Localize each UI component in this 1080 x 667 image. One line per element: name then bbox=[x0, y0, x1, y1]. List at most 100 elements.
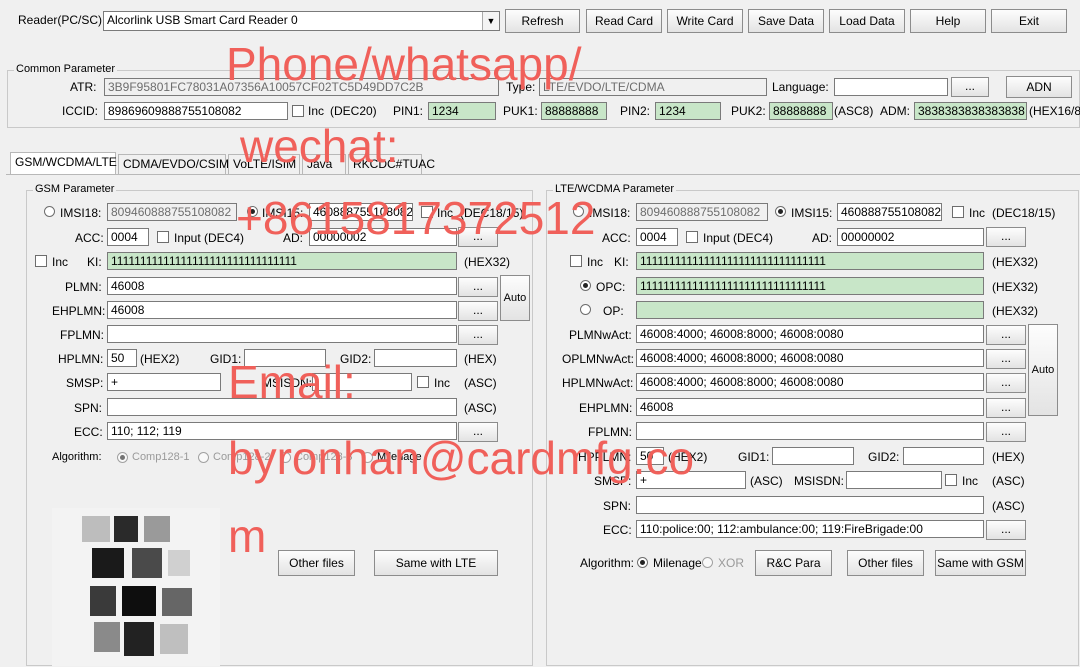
help-button[interactable]: Help bbox=[910, 9, 986, 33]
read-card-button[interactable]: Read Card bbox=[586, 9, 662, 33]
lte-smsp-field[interactable]: + bbox=[636, 471, 746, 489]
gsm-fplmn-field[interactable] bbox=[107, 325, 457, 343]
refresh-button[interactable]: Refresh bbox=[505, 9, 580, 33]
chevron-down-icon[interactable]: ▼ bbox=[482, 12, 499, 30]
lte-hplmnwact-browse-button[interactable]: ... bbox=[986, 373, 1026, 393]
tab-gsm-wcdma-lte[interactable]: GSM/WCDMA/LTE bbox=[10, 152, 117, 175]
gsm-smsp-field[interactable]: + bbox=[107, 373, 221, 391]
gsm-imsi15-field[interactable]: 460888755108082 bbox=[309, 203, 413, 221]
exit-button[interactable]: Exit bbox=[991, 9, 1067, 33]
gsm-ad-field[interactable]: 00000002 bbox=[309, 228, 457, 246]
lte-same-with-gsm-button[interactable]: Same with GSM bbox=[935, 550, 1026, 576]
gsm-algo-comp128-3-radio[interactable] bbox=[280, 452, 291, 463]
lte-ki-field[interactable]: 11111111111111111111111111111111 bbox=[636, 252, 984, 270]
gsm-msisdn-inc-checkbox[interactable] bbox=[417, 376, 429, 388]
gsm-imsi-inc-checkbox[interactable] bbox=[421, 206, 433, 218]
iccid-field[interactable]: 89869609888755108082 bbox=[104, 102, 288, 120]
lte-oplmnwact-browse-button[interactable]: ... bbox=[986, 349, 1026, 369]
gsm-imsi15-radio[interactable] bbox=[247, 206, 258, 217]
lte-ehplmn-browse-button[interactable]: ... bbox=[986, 398, 1026, 418]
tab-java[interactable]: Java bbox=[302, 154, 346, 174]
gsm-ki-inc-checkbox[interactable] bbox=[35, 255, 47, 267]
lte-fplmn-browse-button[interactable]: ... bbox=[986, 422, 1026, 442]
gsm-imsi18-field[interactable]: 809460888755108082 bbox=[107, 203, 237, 221]
gsm-spn-field[interactable] bbox=[107, 398, 457, 416]
gsm-hplmn-field[interactable]: 50 bbox=[107, 349, 137, 367]
lte-ad-field[interactable]: 00000002 bbox=[837, 228, 984, 246]
lte-plmnwact-field[interactable]: 46008:4000; 46008:8000; 46008:0080 bbox=[636, 325, 984, 343]
lte-ecc-field[interactable]: 110:police:00; 112:ambulance:00; 119:Fir… bbox=[636, 520, 984, 538]
lte-op-radio[interactable] bbox=[580, 304, 591, 315]
lte-fplmn-field[interactable] bbox=[636, 422, 984, 440]
type-field[interactable]: LTE/EVDO/LTE/CDMA bbox=[539, 78, 767, 96]
gsm-msisdn-field[interactable] bbox=[312, 373, 412, 391]
adm-field[interactable]: 3838383838383838 bbox=[914, 102, 1027, 120]
pin1-field[interactable]: 1234 bbox=[428, 102, 496, 120]
gsm-gid2-field[interactable] bbox=[374, 349, 457, 367]
gsm-algo-comp128-1-radio[interactable] bbox=[117, 452, 128, 463]
adn-button[interactable]: ADN bbox=[1006, 76, 1072, 98]
gsm-other-files-button[interactable]: Other files bbox=[278, 550, 355, 576]
lte-acc-input-checkbox[interactable] bbox=[686, 231, 698, 243]
lte-spn-field[interactable] bbox=[636, 496, 984, 514]
lte-rc-para-button[interactable]: R&C Para bbox=[755, 550, 832, 576]
lte-op-field[interactable] bbox=[636, 301, 984, 319]
lte-imsi15-radio[interactable] bbox=[775, 206, 786, 217]
lte-hplmn-field[interactable]: 50 bbox=[636, 447, 664, 465]
lte-algo-milenage-radio[interactable] bbox=[637, 557, 648, 568]
gsm-auto-button[interactable]: Auto bbox=[500, 275, 530, 321]
gsm-imsi18-radio[interactable] bbox=[44, 206, 55, 217]
gsm-gid1-label: GID1: bbox=[210, 352, 242, 366]
gsm-algo-comp128-2-radio[interactable] bbox=[198, 452, 209, 463]
iccid-inc-checkbox[interactable] bbox=[292, 105, 304, 117]
write-card-button[interactable]: Write Card bbox=[667, 9, 743, 33]
gsm-acc-input-checkbox[interactable] bbox=[157, 231, 169, 243]
language-field[interactable] bbox=[834, 78, 948, 96]
lte-opc-radio[interactable] bbox=[580, 280, 591, 291]
load-data-button[interactable]: Load Data bbox=[829, 9, 905, 33]
lte-imsi18-field[interactable]: 809460888755108082 bbox=[636, 203, 768, 221]
puk2-field[interactable]: 88888888 bbox=[769, 102, 833, 120]
gsm-ehplmn-browse-button[interactable]: ... bbox=[458, 301, 498, 321]
lte-gid1-field[interactable] bbox=[772, 447, 854, 465]
lte-acc-field[interactable]: 0004 bbox=[636, 228, 678, 246]
lte-imsi18-radio[interactable] bbox=[573, 206, 584, 217]
gsm-acc-field[interactable]: 0004 bbox=[107, 228, 149, 246]
lte-gid2-field[interactable] bbox=[903, 447, 984, 465]
reader-select[interactable]: Alcorlink USB Smart Card Reader 0 ▼ bbox=[103, 11, 500, 31]
tab-volte-isim[interactable]: VoLTE/ISIM bbox=[228, 154, 300, 174]
lte-imsi15-field[interactable]: 460888755108082 bbox=[837, 203, 942, 221]
lte-ecc-browse-button[interactable]: ... bbox=[986, 520, 1026, 540]
gsm-fplmn-browse-button[interactable]: ... bbox=[458, 325, 498, 345]
gsm-ki-field[interactable]: 11111111111111111111111111111111 bbox=[107, 252, 457, 270]
tab-cdma-evdo-csim[interactable]: CDMA/EVDO/CSIM bbox=[118, 154, 229, 174]
atr-field[interactable]: 3B9F95801FC78031A07356A10057CF02TC5D49DD… bbox=[104, 78, 499, 96]
lte-plmnwact-browse-button[interactable]: ... bbox=[986, 325, 1026, 345]
lte-msisdn-inc-checkbox[interactable] bbox=[945, 474, 957, 486]
lte-opc-field[interactable]: 11111111111111111111111111111111 bbox=[636, 277, 984, 295]
lte-hplmnwact-field[interactable]: 46008:4000; 46008:8000; 46008:0080 bbox=[636, 373, 984, 391]
gsm-algo-milenage-radio[interactable] bbox=[362, 452, 373, 463]
tab-rkcdc[interactable]: RKCDC#TUAC bbox=[348, 154, 435, 174]
gsm-same-with-lte-button[interactable]: Same with LTE bbox=[374, 550, 498, 576]
gsm-plmn-browse-button[interactable]: ... bbox=[458, 277, 498, 297]
save-data-button[interactable]: Save Data bbox=[748, 9, 824, 33]
gsm-ad-browse-button[interactable]: ... bbox=[458, 227, 498, 247]
lte-oplmnwact-field[interactable]: 46008:4000; 46008:8000; 46008:0080 bbox=[636, 349, 984, 367]
lte-ehplmn-field[interactable]: 46008 bbox=[636, 398, 984, 416]
language-browse-button[interactable]: ... bbox=[951, 77, 989, 97]
lte-ad-browse-button[interactable]: ... bbox=[986, 227, 1026, 247]
lte-other-files-button[interactable]: Other files bbox=[847, 550, 924, 576]
lte-algo-xor-radio[interactable] bbox=[702, 557, 713, 568]
lte-imsi-inc-checkbox[interactable] bbox=[952, 206, 964, 218]
gsm-plmn-field[interactable]: 46008 bbox=[107, 277, 457, 295]
lte-msisdn-field[interactable] bbox=[846, 471, 942, 489]
puk1-field[interactable]: 88888888 bbox=[541, 102, 607, 120]
gsm-gid1-field[interactable] bbox=[244, 349, 326, 367]
gsm-ehplmn-field[interactable]: 46008 bbox=[107, 301, 457, 319]
gsm-ecc-browse-button[interactable]: ... bbox=[458, 422, 498, 442]
lte-ki-inc-checkbox[interactable] bbox=[570, 255, 582, 267]
gsm-ecc-field[interactable]: 110; 112; 119 bbox=[107, 422, 457, 440]
pin2-field[interactable]: 1234 bbox=[655, 102, 721, 120]
lte-auto-button[interactable]: Auto bbox=[1028, 324, 1058, 416]
